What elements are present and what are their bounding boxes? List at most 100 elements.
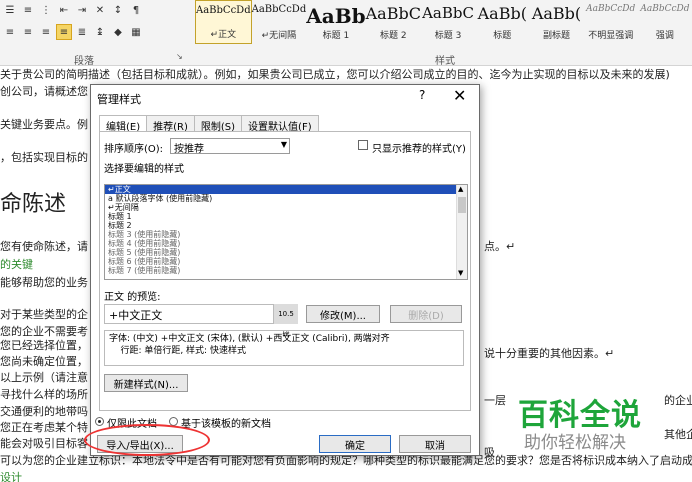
radio-only-this-document[interactable] [95,417,104,426]
align-right-icon[interactable]: ≡ [38,24,54,40]
watermark-subtitle: 助你轻松解决 [524,433,626,453]
line-spacing-icon[interactable]: ↨ [92,24,108,40]
chinese-layout-icon[interactable]: ✕ [92,2,108,18]
multilevel-list-icon[interactable]: ⋮ [38,2,54,18]
document-line: ，包括实现目标的 [0,151,88,164]
style-list-item[interactable]: 标题 1 [105,212,467,221]
document-line: 以上示例（请注意 [0,371,88,384]
style-name: 强调 [655,31,674,41]
style-list[interactable]: ↵正文 a 默认段落字体 (使用前隐藏) ↵无间隔 标题 1 标题 2 标题 3 (使用前… [104,184,468,280]
style-name: ↵无间隔 [261,31,297,41]
style-name: 不明显强调 [588,31,634,41]
paragraph-dialog-launcher-icon[interactable]: ↘ [176,52,183,61]
document-line: 关于贵公司的简明描述（包括目标和成就）。例如，如果贵公司已成立，您可以介绍公司成… [0,68,670,81]
scroll-up-icon[interactable]: ▲ [458,185,463,193]
sort-order-value: 按推荐 [174,144,204,155]
document-line: 您已经选择位置， [0,339,88,352]
ribbon: ☰ ≡ ⋮ ⇤ ⇥ ✕ ↕ ¶ ≡ ≡ ≡ ≡ ≣ ↨ ◆ ▦ 段落 ↘ AaB… [0,0,692,67]
style-list-item[interactable]: 标题 3 (使用前隐藏) [105,230,467,239]
shading-icon[interactable]: ◆ [110,24,126,40]
style-sample: AaBb [306,4,366,28]
help-icon[interactable]: ? [419,88,425,102]
cancel-button[interactable]: 取消 [399,435,471,453]
align-left-icon[interactable]: ≡ [2,24,18,40]
chevron-down-icon: ▼ [280,140,287,149]
tab-restrict[interactable]: 限制(S) [193,115,243,133]
document-fragment: 点。↵ [484,240,516,253]
document-line: 创公司，请概述您 [0,85,88,98]
style-list-item[interactable]: ↵无间隔 [105,203,467,212]
increase-indent-icon[interactable]: ⇥ [74,2,90,18]
scroll-down-icon[interactable]: ▼ [458,269,463,277]
dialog-tabs: 编辑(E) 推荐(R) 限制(S) 设置默认值(F) [99,115,319,133]
style-gallery-item[interactable]: AaBbC 标题 2 [366,0,421,44]
style-name: 标题 1 [322,31,350,41]
style-gallery-item[interactable]: AaBbCcDd 强调 [638,0,692,44]
new-style-button[interactable]: 新建样式(N)... [104,374,188,392]
document-fragment: 其他企 [664,428,692,441]
document-line: 的关键 [0,258,33,271]
style-sample: AaBb( [477,4,527,23]
style-gallery-item[interactable]: AaBbC 标题 3 [421,0,475,44]
style-gallery-item[interactable]: AaBb 标题 1 [306,0,365,44]
style-list-scrollbar[interactable]: ▲ ▼ [456,185,467,279]
style-sample: AaBbCcDd [586,4,636,14]
style-list-item[interactable]: ↵正文 [105,185,467,194]
styles-group-label: 样式 [435,56,455,67]
manage-styles-dialog: 管理样式 ? ✕ 编辑(E) 推荐(R) 限制(S) 设置默认值(F) 排序顺序… [90,84,480,456]
ok-button[interactable]: 确定 [319,435,391,453]
numbering-icon[interactable]: ≡ [20,2,36,18]
document-line: 命陈述 [0,192,67,217]
distributed-icon[interactable]: ≣ [74,24,90,40]
modify-button[interactable]: 修改(M)... [306,305,380,323]
justify-icon[interactable]: ≡ [56,24,72,40]
delete-button[interactable]: 删除(D) [390,305,462,323]
show-marks-icon[interactable]: ¶ [128,2,144,18]
sort-order-label: 排序顺序(O): [104,144,164,155]
style-gallery-item[interactable]: AaBbCcDd 不明显强调 [584,0,638,44]
document-line: 关键业务要点。例 [0,118,88,131]
preview-text: +中文正文 [109,309,163,322]
tab-recommend[interactable]: 推荐(R) [146,115,195,133]
style-name: 标题 [493,31,512,41]
style-sample: AaBbC [365,4,421,23]
show-recommended-checkbox[interactable] [358,140,368,150]
style-gallery-item[interactable]: AaBbCcDd ↵无间隔 [252,0,307,44]
style-list-item[interactable]: 标题 4 (使用前隐藏) [105,239,467,248]
document-fragment: 一层 [484,394,506,407]
bullets-icon[interactable]: ☰ [2,2,18,18]
edit-tab-panel: 排序顺序(O): 按推荐 ▼ 只显示推荐的样式(Y) 选择要编辑的样式 ↵正文 a… [99,131,471,411]
borders-icon[interactable]: ▦ [128,24,144,40]
document-fragment: 说十分重要的其他因素。↵ [484,347,615,360]
style-sample: AaBbCcDd [251,4,307,15]
style-sample: AaBbCcDd [196,5,251,16]
align-center-icon[interactable]: ≡ [20,24,36,40]
decrease-indent-icon[interactable]: ⇤ [56,2,72,18]
style-name: 标题 2 [379,31,407,41]
style-gallery-item[interactable]: AaBbCcDd ↵正文 [195,0,252,44]
style-list-item[interactable]: a 默认段落字体 (使用前隐藏) [105,194,467,203]
style-gallery-item[interactable]: AaBb( 标题 [475,0,529,44]
sort-icon[interactable]: ↕ [110,2,126,18]
sort-order-select[interactable]: 按推荐 ▼ [170,138,290,155]
style-sample: AaBbC [422,4,474,22]
document-fragment: 的企业 [664,394,692,407]
tab-set-defaults[interactable]: 设置默认值(F) [241,115,319,133]
style-list-item[interactable]: 标题 7 (使用前隐藏) [105,266,467,275]
style-list-item[interactable]: 标题 2 [105,221,467,230]
tab-edit[interactable]: 编辑(E) [99,115,148,133]
style-name: 标题 3 [434,31,462,41]
paragraph-tools-row-1: ☰ ≡ ⋮ ⇤ ⇥ ✕ ↕ ¶ [2,2,144,18]
preview-label: 正文 的预览: [104,292,161,303]
style-gallery-item[interactable]: AaBb(副标题 [529,0,583,44]
document-fragment: 吸 [484,446,495,459]
style-list-item[interactable]: 标题 6 (使用前隐藏) [105,257,467,266]
styles-gallery: AaBbCcDd ↵正文 AaBbCcDd ↵无间隔 AaBb 标题 1 AaBbC 标题 2… [195,0,692,48]
style-list-item[interactable]: 标题 5 (使用前隐藏) [105,248,467,257]
scrollbar-thumb[interactable] [458,197,466,213]
paragraph-group-label: 段落 [74,56,94,67]
document-line: 您正在考虑某个特 [0,421,88,434]
close-icon[interactable]: ✕ [453,86,466,105]
style-sample: AaBb( [531,4,582,23]
document-line: 寻找什么样的场所 [0,388,88,401]
